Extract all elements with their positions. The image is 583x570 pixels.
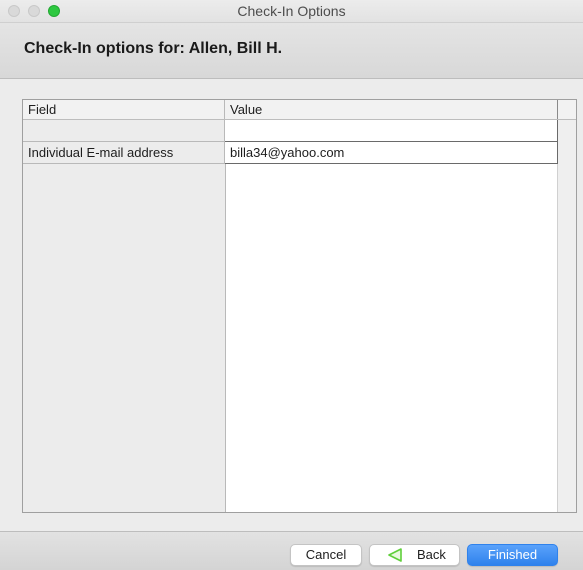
cancel-button[interactable]: Cancel [290, 544, 362, 566]
table-row[interactable] [23, 120, 558, 142]
back-button[interactable]: Back [369, 544, 460, 566]
vertical-scrollbar[interactable] [557, 100, 576, 512]
column-header-value[interactable]: Value [225, 100, 558, 119]
back-button-label: Back [417, 547, 446, 562]
content-area: Field Value Individual E-mail address bi… [0, 79, 583, 531]
back-arrow-icon [388, 548, 402, 562]
field-cell: Individual E-mail address [23, 142, 225, 164]
column-header-field[interactable]: Field [23, 100, 225, 119]
finished-button[interactable]: Finished [467, 544, 558, 566]
value-cell[interactable]: billa34@yahoo.com [225, 142, 558, 164]
field-cell [23, 120, 225, 142]
header-panel: Check-In options for: Allen, Bill H. [0, 23, 583, 79]
footer-bar: Cancel Back Finished [0, 531, 583, 570]
table-row[interactable]: Individual E-mail address billa34@yahoo.… [23, 142, 558, 164]
window-title: Check-In Options [237, 3, 346, 19]
options-table: Field Value Individual E-mail address bi… [22, 99, 577, 513]
table-header: Field Value [23, 100, 576, 120]
value-cell[interactable] [225, 120, 558, 142]
title-bar: Check-In Options [0, 0, 583, 23]
page-title: Check-In options for: Allen, Bill H. [24, 40, 283, 57]
